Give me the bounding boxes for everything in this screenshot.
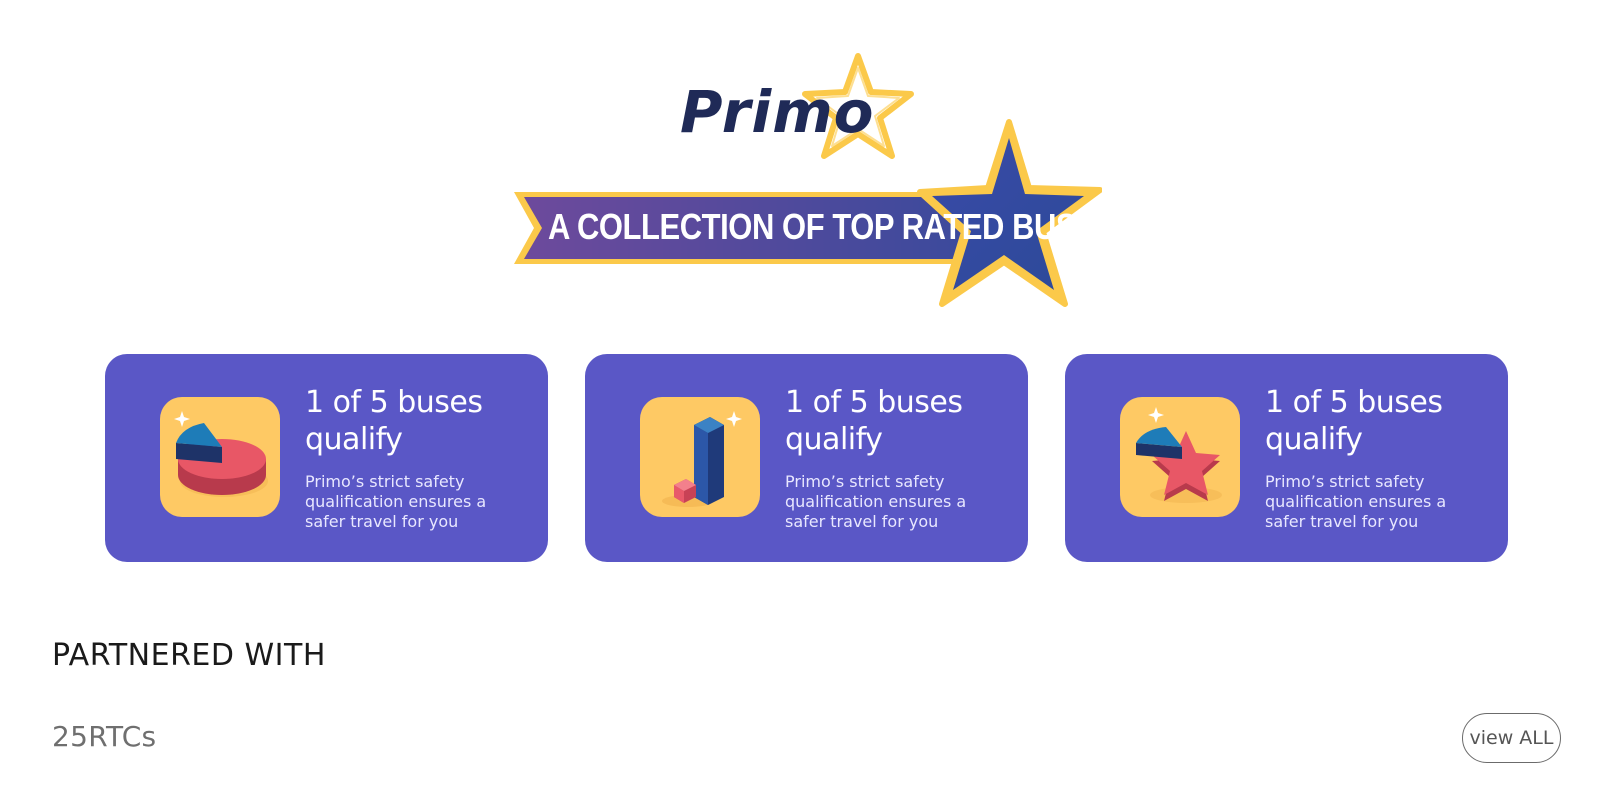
bar-chart-icon (640, 397, 760, 517)
card-description: Primo’s strict safety qualification ensu… (305, 472, 487, 531)
star-chart-icon (1120, 397, 1240, 517)
hero-banner: Primo A COLLECTION OF TOP RATED BUSES (0, 0, 1612, 320)
card-title: 1 of 5 buses qualify (305, 385, 483, 457)
view-all-button[interactable]: view ALL (1462, 713, 1561, 763)
feature-card: 1 of 5 buses qualify Primo’s strict safe… (1065, 354, 1508, 562)
feature-card: 1 of 5 buses qualify Primo’s strict safe… (105, 354, 548, 562)
tagline-ribbon: A COLLECTION OF TOP RATED BUSES (512, 118, 1117, 318)
feature-cards: 1 of 5 buses qualify Primo’s strict safe… (105, 354, 1508, 562)
card-title: 1 of 5 buses qualify (785, 385, 963, 457)
tagline-text: A COLLECTION OF TOP RATED BUSES (548, 206, 1117, 247)
feature-card: 1 of 5 buses qualify Primo’s strict safe… (585, 354, 1028, 562)
partners-count: 25RTCs (52, 720, 157, 753)
pie-chart-icon (160, 397, 280, 517)
page: Primo A COLLECTION OF TOP RATED BUSES 1 … (0, 0, 1612, 789)
card-title: 1 of 5 buses qualify (1265, 385, 1443, 457)
card-description: Primo’s strict safety qualification ensu… (785, 472, 967, 531)
partners-heading: PARTNERED WITH (52, 638, 326, 673)
card-description: Primo’s strict safety qualification ensu… (1265, 472, 1447, 531)
